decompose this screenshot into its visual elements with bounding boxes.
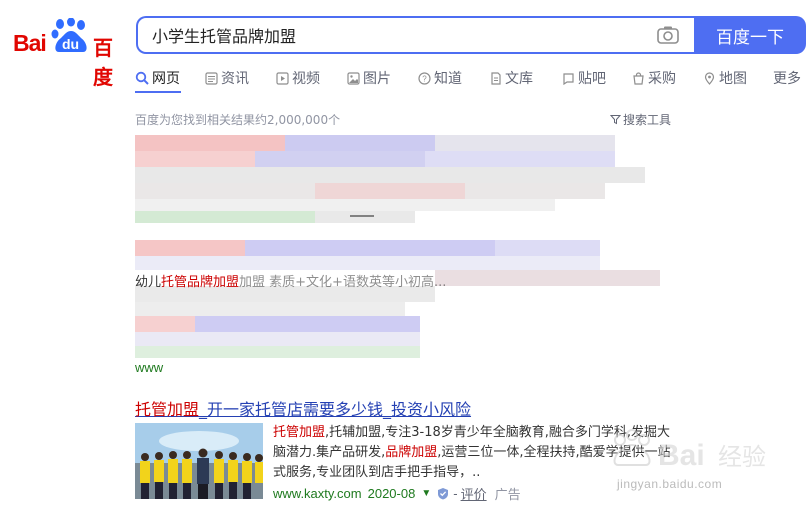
question-icon: ? (418, 71, 431, 85)
watermark-url: jingyan.baidu.com (617, 477, 723, 491)
ad-label: 广告 (494, 487, 521, 502)
tab-label: 贴吧 (578, 71, 606, 87)
snippet-suffix: 加盟 素质+文化+语数英等小初高... (239, 275, 447, 290)
ad-date: 2020-08 (367, 486, 416, 501)
ad-url[interactable]: www.kaxty.com (273, 486, 362, 501)
video-icon (276, 71, 289, 85)
meta-separator: - (453, 486, 458, 501)
ad-title-highlight: 托管加盟 (135, 400, 200, 419)
blurred-result-1 (135, 135, 645, 225)
tab-tieba[interactable]: 贴吧 (562, 68, 606, 88)
ad-meta-row: www.kaxty.com 2020-08 ▼ - 评价 广告 (273, 484, 521, 503)
svg-text:经验: 经验 (718, 443, 766, 471)
tab-wenku[interactable]: 文库 (490, 68, 533, 88)
tab-label: 知道 (434, 71, 462, 87)
search-button[interactable]: 百度一下 (694, 16, 806, 54)
tieba-icon (563, 72, 574, 85)
logo-text-cn: 百度 (93, 36, 113, 89)
active-tab-indicator (135, 91, 181, 93)
svg-text:Bai: Bai (658, 439, 705, 472)
ad-thumbnail[interactable] (135, 423, 263, 499)
news-icon (205, 71, 218, 85)
result-count: 百度为您找到相关结果约2,000,000个 (135, 113, 341, 127)
blurred-url: www (135, 360, 164, 375)
ad-result-title[interactable]: 托管加盟_开一家托管店需要多少钱_投资小风险 (135, 396, 471, 420)
svg-text:?: ? (422, 74, 427, 83)
tab-purchase[interactable]: 采购 (632, 68, 676, 88)
tab-label: 采购 (648, 71, 676, 87)
tab-label: 地图 (719, 71, 747, 87)
search-input[interactable] (152, 23, 632, 47)
shield-icon[interactable] (437, 487, 449, 500)
tab-label: 更多 (773, 71, 801, 87)
tab-video[interactable]: 视频 (276, 68, 320, 88)
search-tools-button[interactable]: 搜索工具 (610, 111, 671, 128)
review-link[interactable]: 评价 (461, 484, 487, 503)
ad-desc-part: 托管加盟 (273, 425, 326, 440)
tab-zhidao[interactable]: ? 知道 (418, 68, 462, 88)
snippet-highlight: 托管品牌加盟 (161, 275, 240, 290)
tab-label: 资讯 (221, 71, 249, 87)
logo-text-du: du (62, 36, 80, 52)
tab-label: 文库 (505, 71, 533, 87)
search-icon (135, 71, 149, 85)
tab-label: 视频 (292, 71, 320, 87)
ad-title-rest: _开一家托管店需要多少钱_投资小风险 (199, 400, 472, 419)
image-icon (347, 71, 360, 85)
tab-label: 图片 (363, 71, 391, 87)
map-icon (704, 71, 715, 85)
tab-label: 网页 (152, 71, 180, 87)
purchase-icon (633, 71, 644, 85)
tab-more[interactable]: 更多 (773, 68, 801, 88)
snippet-prefix: 幼儿 (135, 275, 162, 290)
baidu-logo[interactable]: Bai du 百度 (13, 18, 121, 89)
group-photo-image (135, 423, 263, 499)
dropdown-arrow-icon[interactable]: ▼ (421, 488, 431, 499)
search-box (136, 16, 694, 54)
blurred-snippet: 幼儿托管品牌加盟加盟 素质+文化+语数英等小初高... (135, 271, 446, 290)
tab-web[interactable]: 网页 (135, 68, 180, 88)
document-icon (491, 71, 501, 85)
tab-map[interactable]: 地图 (703, 68, 747, 88)
filter-icon (610, 115, 621, 125)
camera-icon[interactable] (656, 25, 680, 45)
logo-text-bai: Bai (13, 30, 47, 56)
tab-news[interactable]: 资讯 (205, 68, 249, 88)
search-tools-label: 搜索工具 (623, 113, 672, 127)
ad-desc-part: 品牌加盟 (385, 445, 438, 460)
tab-image[interactable]: 图片 (347, 68, 391, 88)
blurred-result-2 (135, 240, 660, 365)
